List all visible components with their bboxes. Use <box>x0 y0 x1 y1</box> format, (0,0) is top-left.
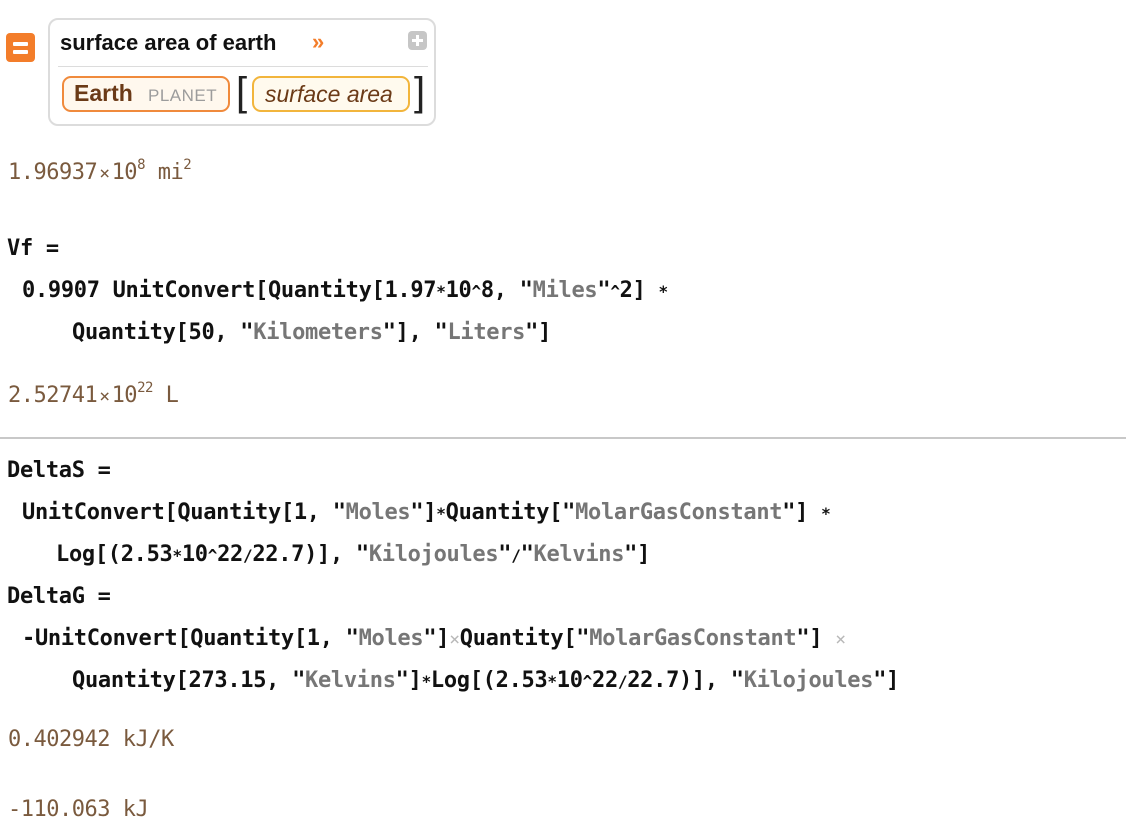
input-divider <box>58 66 428 67</box>
unit: mi <box>157 160 184 185</box>
power-operator: ^ <box>610 282 620 301</box>
implicit-times-icon: × <box>449 629 460 650</box>
code-text: Quantity[ <box>459 626 577 651</box>
string-literal: Miles <box>532 278 598 303</box>
implicit-times-icon: × <box>835 629 846 650</box>
output-volume: 2.52741 ×1022 L <box>8 380 179 408</box>
exponent: 8 <box>137 157 145 173</box>
input-deltag-line1[interactable]: -UnitConvert[Quantity[1, "Moles"]×Quanti… <box>22 626 846 651</box>
power-operator: ^ <box>471 282 481 301</box>
times-operator: * <box>821 504 831 523</box>
code-text: ] <box>886 668 900 693</box>
code-text: ] <box>436 626 450 651</box>
base: 10 <box>111 383 138 408</box>
code-text: Quantity[273.15, <box>72 668 293 693</box>
times-operator: * <box>658 282 669 301</box>
input-vf-line2[interactable]: Quantity[50, "Kilometers"], "Liters"] <box>72 320 551 345</box>
property-name: surface area <box>265 81 393 107</box>
equals-bar <box>13 50 28 54</box>
divide-operator: / <box>617 672 628 691</box>
code-text: ] <box>795 500 809 525</box>
open-bracket: [ <box>236 70 248 114</box>
code-text: 22 <box>217 542 243 567</box>
string-literal: Liters <box>447 320 526 345</box>
code-text: ] <box>809 626 823 651</box>
base: 10 <box>111 160 138 185</box>
string-literal: Kilometers <box>253 320 383 345</box>
power-operator: ^ <box>582 672 593 691</box>
input-deltas-lhs[interactable]: DeltaS = <box>7 458 111 483</box>
code-text: ] <box>408 668 422 693</box>
wolfram-query-text[interactable]: surface area of earth <box>60 30 276 56</box>
times-sign: × <box>99 163 110 184</box>
string-literal: Kilojoules <box>743 668 874 693</box>
input-deltas-line2[interactable]: Log[(2.53*10^22/22.7)], "Kilojoules"/"Ke… <box>56 542 650 567</box>
unit: kJ <box>122 797 149 822</box>
code-text: 0.9907 UnitConvert[Quantity[1.97 <box>22 278 437 303</box>
more-chevron-icon[interactable]: » <box>312 29 324 55</box>
exponent: 22 <box>137 380 153 396</box>
code-text: -UnitConvert[Quantity[1, <box>22 626 346 651</box>
output-surface-area: 1.96937 ×108 mi2 <box>8 157 192 185</box>
code-text: 8, <box>480 278 520 303</box>
equals-icon[interactable] <box>6 33 35 62</box>
divide-operator: / <box>511 546 521 565</box>
code-text: ] <box>637 542 651 567</box>
code-text: 22.7)], <box>252 542 356 567</box>
input-vf-line1[interactable]: 0.9907 UnitConvert[Quantity[1.97*10^8, "… <box>22 278 668 303</box>
unit-exponent: 2 <box>183 157 192 173</box>
equals-bar <box>13 42 28 46</box>
code-text: ] <box>538 320 552 345</box>
unit: L <box>165 383 179 408</box>
string-literal: Kilojoules <box>368 542 499 567</box>
input-deltas-line1[interactable]: UnitConvert[Quantity[1, "Moles"]*Quantit… <box>22 500 831 525</box>
times-operator: * <box>436 282 446 301</box>
code-text: ], <box>395 320 435 345</box>
output-delta-g: -110.063 kJ <box>8 797 149 822</box>
code-text: Quantity[50, <box>72 320 241 345</box>
code-text: Log[(2.53 <box>430 668 548 693</box>
code-text: 22.7)], <box>627 668 731 693</box>
input-deltag-line2[interactable]: Quantity[273.15, "Kelvins"]*Log[(2.53*10… <box>72 668 899 693</box>
entity-name: Earth <box>74 80 133 106</box>
times-sign: × <box>99 386 110 407</box>
unit: kJ/K <box>122 727 174 752</box>
string-literal: MolarGasConstant <box>589 626 797 651</box>
code-text: UnitConvert[Quantity[1, <box>22 500 333 525</box>
times-operator: * <box>421 672 432 691</box>
power-operator: ^ <box>207 546 218 565</box>
code-text: 2] <box>619 278 646 303</box>
string-literal: Kelvins <box>305 668 396 693</box>
string-literal: Moles <box>358 626 424 651</box>
value: -110.063 <box>8 797 110 822</box>
code-text: Quantity[ <box>445 500 563 525</box>
code-text: Log[(2.53 <box>56 542 173 567</box>
input-deltag-lhs[interactable]: DeltaG = <box>7 584 111 609</box>
times-operator: * <box>547 672 557 691</box>
close-bracket: ] <box>414 70 426 114</box>
output-delta-s: 0.402942 kJ/K <box>8 727 174 752</box>
input-vf-lhs[interactable]: Vf = <box>7 236 59 261</box>
mantissa: 1.96937 <box>8 160 98 185</box>
code-text: 10 <box>556 668 583 693</box>
code-text: 10 <box>181 542 208 567</box>
code-text: 22 <box>592 668 618 693</box>
times-operator: * <box>436 504 446 523</box>
string-literal: Moles <box>345 500 411 525</box>
string-literal: Kelvins <box>533 542 625 567</box>
divide-operator: / <box>242 546 253 565</box>
mantissa: 2.52741 <box>8 383 98 408</box>
cell-group-divider <box>0 437 1126 439</box>
code-text: 10 <box>445 278 472 303</box>
times-operator: * <box>172 546 183 565</box>
code-text: ] <box>423 500 437 525</box>
value: 0.402942 <box>8 727 110 752</box>
plus-icon[interactable] <box>408 31 427 50</box>
string-literal: MolarGasConstant <box>575 500 783 525</box>
entity-type: PLANET <box>148 86 218 105</box>
